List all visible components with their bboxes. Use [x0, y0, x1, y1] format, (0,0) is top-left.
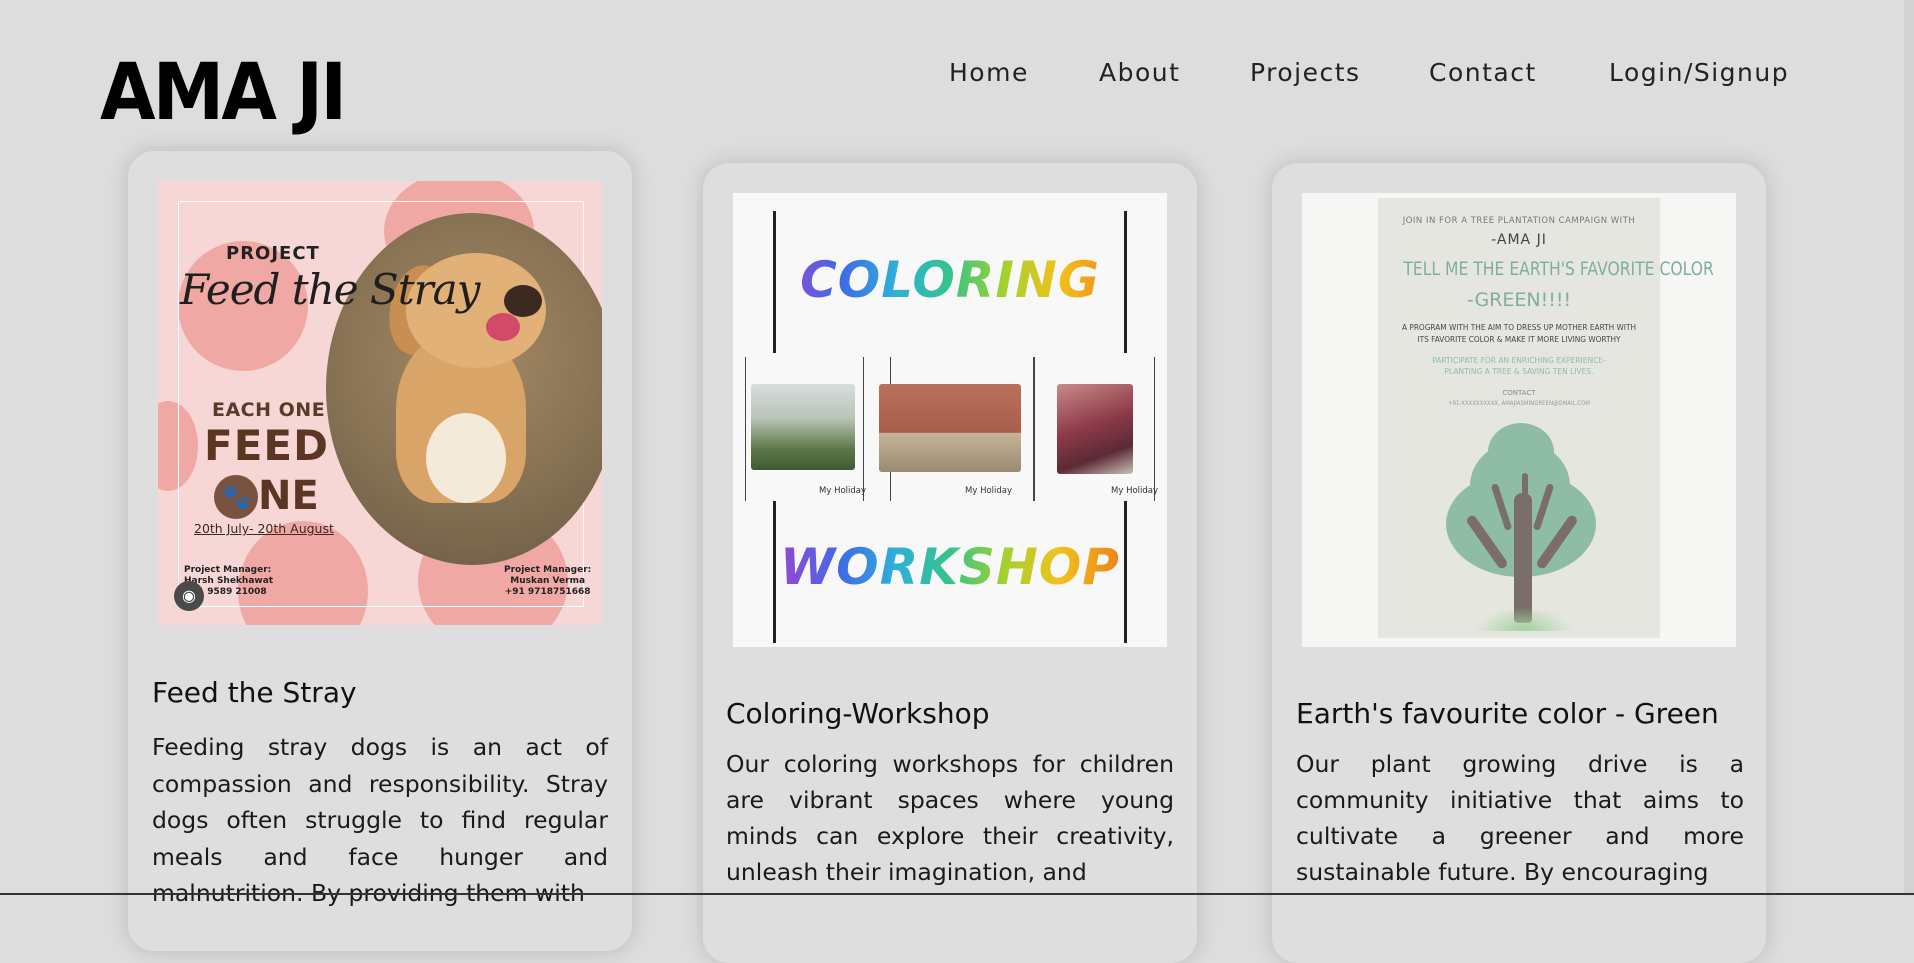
- poster-manager-right: Project Manager: Muskan Verma +91 971875…: [504, 565, 592, 597]
- nav-login-signup-link[interactable]: Login/Signup: [1609, 56, 1789, 90]
- project-card-coloring-workshop[interactable]: COLORING WORKSHOP My Holiday My Holiday …: [703, 163, 1197, 963]
- workshop-title: WORKSHOP: [733, 538, 1167, 596]
- paw-icon: 🐾: [214, 475, 258, 519]
- photo-caption: My Holiday: [1111, 486, 1159, 496]
- page-scrollbar[interactable]: [1904, 0, 1914, 895]
- poster-line: A PROGRAM WITH THE AIM TO DRESS UP MOTHE…: [1402, 323, 1636, 332]
- poster-dates: 20th July- 20th August: [194, 521, 334, 536]
- card-title: Coloring-Workshop: [726, 697, 990, 730]
- camera-icon: ◉: [174, 581, 204, 611]
- poster-line: PLANTING A TREE & SAVING TEN LIVES.: [1444, 367, 1594, 376]
- nav-home-link[interactable]: Home: [949, 56, 1029, 90]
- card-description: Feeding stray dogs is an act of compassi…: [152, 733, 608, 907]
- workshop-photo-3: [1057, 384, 1133, 474]
- tree-plantation-poster[interactable]: JOIN IN FOR A TREE PLANTATION CAMPAIGN W…: [1302, 193, 1736, 647]
- poster-line: PARTICIPATE FOR AN ENRICHING EXPERIENCE-: [1432, 356, 1606, 365]
- poster-line: JOIN IN FOR A TREE PLANTATION CAMPAIGN W…: [1402, 216, 1636, 226]
- project-card-earths-favourite-color[interactable]: JOIN IN FOR A TREE PLANTATION CAMPAIGN W…: [1272, 163, 1766, 963]
- card-description: Our coloring workshops for children are …: [726, 750, 1174, 886]
- feed-the-stray-poster[interactable]: PROJECT Feed the Stray EACH ONE FEED NE …: [158, 181, 602, 625]
- workshop-photo-2: [879, 384, 1021, 472]
- workshop-photo-1: [751, 384, 855, 470]
- poster-line: -GREEN!!!!: [1466, 289, 1572, 311]
- poster-line: TELL ME THE EARTH'S FAVORITE COLOR: [1403, 258, 1714, 280]
- card-description: Our plant growing drive is a community i…: [1296, 750, 1744, 886]
- card-title: Feed the Stray: [152, 676, 357, 709]
- photo-caption: My Holiday: [965, 486, 1013, 496]
- coloring-title: COLORING: [733, 251, 1167, 309]
- nav-projects-link[interactable]: Projects: [1250, 56, 1361, 90]
- photo-caption: My Holiday: [819, 486, 867, 496]
- poster-line: -AMA JI: [1491, 232, 1547, 248]
- nav-about-link[interactable]: About: [1099, 56, 1180, 90]
- project-card-feed-the-stray[interactable]: PROJECT Feed the Stray EACH ONE FEED NE …: [128, 151, 632, 951]
- poster-line: ITS FAVORITE COLOR & MAKE IT MORE LIVING…: [1417, 335, 1621, 344]
- poster-each-one: EACH ONE: [212, 399, 326, 421]
- card-title: Earth's favourite color - Green: [1296, 697, 1719, 730]
- poster-line: CONTACT: [1502, 389, 1536, 397]
- nav-contact-link[interactable]: Contact: [1429, 56, 1537, 90]
- poster-line: +91-XXXXXXXXXX, AMAJIASMINGREEN@GMAIL.CO…: [1448, 400, 1590, 407]
- coloring-workshop-poster[interactable]: COLORING WORKSHOP My Holiday My Holiday …: [733, 193, 1167, 647]
- poster-feed-word: FEED: [204, 421, 329, 470]
- main-nav: Home About Projects Contact Login/Signup: [0, 56, 1914, 90]
- poster-project-label: PROJECT: [226, 243, 320, 264]
- poster-headline: Feed the Stray: [180, 265, 480, 314]
